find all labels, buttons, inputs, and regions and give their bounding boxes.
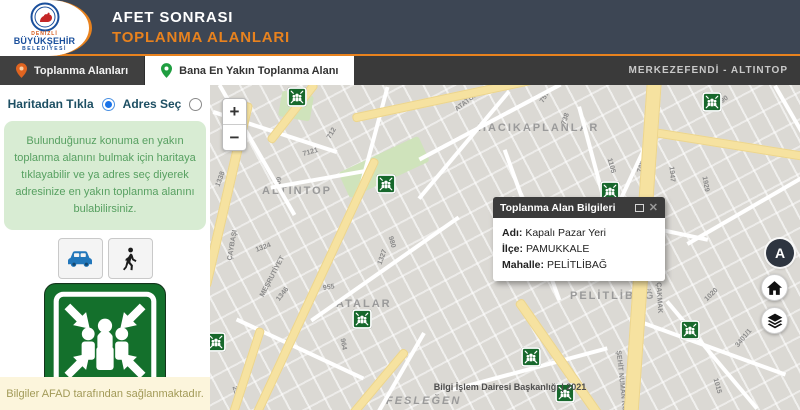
select-mode-radio-group: Haritadan Tıkla Adres Seç [8, 97, 203, 111]
tab-toplanma-alanlari[interactable]: Toplanma Alanları [0, 56, 145, 85]
assembly-point-marker[interactable] [287, 87, 307, 107]
municipality-emblem-icon [30, 2, 60, 32]
page-title-line2: TOPLANMA ALANLARI [112, 28, 290, 48]
street-label: 1929 [701, 176, 711, 193]
assembly-point-marker[interactable] [376, 174, 396, 194]
map-pin-orange-icon [16, 63, 27, 78]
walk-route-button[interactable] [108, 238, 153, 279]
car-route-button[interactable] [58, 238, 103, 279]
assembly-point-marker[interactable] [521, 347, 541, 367]
radio-label-haritadan-tikla: Haritadan Tıkla [8, 97, 94, 111]
home-icon [767, 281, 782, 295]
assembly-point-marker[interactable] [680, 320, 700, 340]
assembly-info-popup: Toplanma Alan Bilgileri ✕ Adı: Kapalı Pa… [493, 197, 665, 281]
street-label: 964 [339, 338, 348, 351]
tab-label: Bana En Yakın Toplanma Alanı [179, 65, 338, 77]
road-white [773, 85, 800, 173]
street-label: 980 [387, 236, 397, 249]
district-label: FESLEĞEN [386, 395, 461, 407]
popup-field-neighborhood: Mahalle: PELİTLİBAĞ [502, 257, 656, 273]
street-label: 1327 [377, 249, 389, 266]
layers-icon [767, 313, 783, 329]
tab-bana-en-yakin[interactable]: Bana En Yakın Toplanma Alanı [145, 56, 354, 85]
map-zoom-control: + − [222, 98, 247, 151]
route-mode-buttons [58, 238, 153, 279]
radio-label-adres-sec: Adres Seç [123, 97, 182, 111]
popup-field-district: İlçe: PAMUKKALE [502, 241, 656, 257]
road-yellow [647, 127, 800, 162]
assembly-point-marker[interactable] [702, 92, 722, 112]
street-label: 3401/1 [734, 328, 753, 349]
tab-label: Toplanma Alanları [34, 65, 128, 77]
street-label: 1324 [255, 242, 272, 254]
street-label: 7121 [302, 147, 319, 158]
popup-header[interactable]: Toplanma Alan Bilgileri ✕ [493, 197, 665, 218]
current-location-breadcrumb: MERKEZEFENDİ - ALTINTOP [629, 56, 788, 85]
radio-adres-sec[interactable] [189, 98, 202, 111]
street-label: 1015 [712, 378, 723, 395]
assembly-point-marker[interactable] [210, 332, 226, 352]
assembly-point-marker[interactable] [352, 309, 372, 329]
street-label: 1947 [668, 166, 676, 182]
popup-field-name: Adı: Kapalı Pazar Yeri [502, 225, 656, 241]
map-attribution: Bilgi İşlem Dairesi Başkanlığı | 2021 [370, 382, 650, 392]
popup-maximize-icon[interactable] [635, 204, 644, 212]
header: DENİZLİ BÜYÜKŞEHİR BELEDİYESİ AFET SONRA… [0, 0, 800, 56]
pedestrian-icon [122, 247, 138, 271]
sidebar: Haritadan Tıkla Adres Seç Bulunduğunuz k… [0, 85, 210, 410]
zoom-in-button[interactable]: + [223, 99, 246, 125]
popup-close-icon[interactable]: ✕ [649, 201, 658, 214]
page-title-line1: AFET SONRASI [112, 8, 290, 28]
radio-haritadan-tikla[interactable] [102, 98, 115, 111]
municipality-logo[interactable]: DENİZLİ BÜYÜKŞEHİR BELEDİYESİ [0, 0, 92, 56]
app-window: DENİZLİ BÜYÜKŞEHİR BELEDİYESİ AFET SONRA… [0, 0, 800, 410]
popup-title: Toplanma Alan Bilgileri [500, 202, 616, 214]
home-button[interactable] [761, 274, 788, 301]
street-label: 955 [323, 283, 336, 292]
map-pin-green-icon [161, 63, 172, 78]
street-label: 1105 [606, 158, 617, 174]
afad-source-note: Bilgiler AFAD tarafından sağlanmaktadır. [0, 377, 210, 410]
page-title: AFET SONRASI TOPLANMA ALANLARI [112, 8, 290, 48]
popup-body: Adı: Kapalı Pazar Yeri İlçe: PAMUKKALE M… [493, 218, 665, 281]
road-white [665, 300, 758, 410]
logo-line2: BÜYÜKŞEHİR [0, 37, 89, 46]
street-label: ÇAYBAŞI [227, 229, 239, 261]
accessibility-button[interactable]: A [766, 239, 794, 267]
info-message: Bulunduğunuz konuma en yakın toplanma al… [4, 121, 206, 230]
street-label: 1020 [704, 287, 720, 303]
zoom-out-button[interactable]: − [223, 125, 246, 151]
tab-bar: Toplanma Alanları Bana En Yakın Toplanma… [0, 56, 800, 85]
car-icon [66, 249, 94, 268]
layers-button[interactable] [761, 307, 788, 334]
street-label: 1346 [275, 286, 290, 303]
map-canvas[interactable]: 258010153401/110209649559801327134613241… [210, 85, 800, 410]
logo-line3: BELEDİYESİ [0, 46, 89, 52]
accessibility-label: A [775, 245, 785, 261]
street-label: 712 [326, 127, 338, 141]
